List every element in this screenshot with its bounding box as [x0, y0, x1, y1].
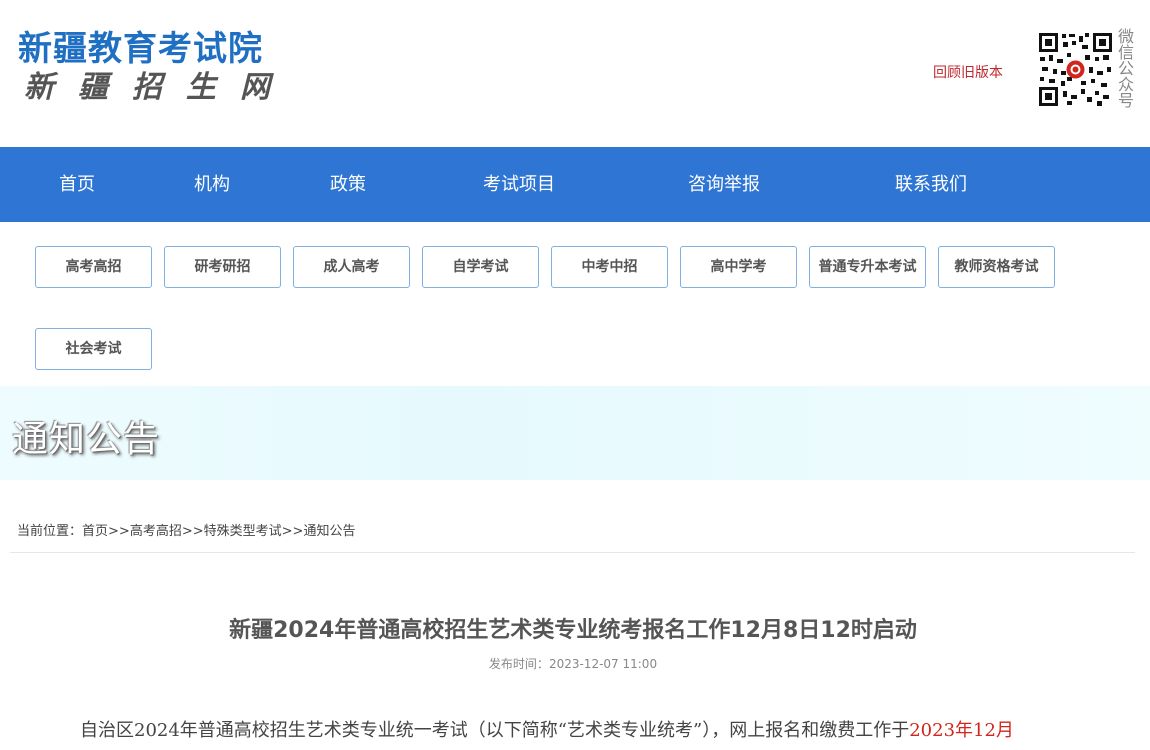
category-button-adult[interactable]: 成人高考: [293, 246, 410, 288]
old-version-link[interactable]: 回顾旧版本: [933, 62, 1003, 82]
publish-time-value: 2023-12-07 11:00: [548, 657, 658, 671]
logo-subtitle: 新疆招生网: [24, 70, 294, 105]
wechat-qr-code-icon: [1037, 31, 1114, 108]
category-button-self-study[interactable]: 自学考试: [422, 246, 539, 288]
site-header: 新疆教育考试院 新疆招生网 回顾旧版本 微信公众号: [0, 0, 1150, 147]
section-title: 通知公告: [12, 419, 161, 460]
publish-time-label: 发布时间：: [488, 657, 549, 671]
article-body: 自治区2024年普通高校招生艺术类专业统一考试（以下简称“艺术类专业统考”），网…: [80, 716, 1140, 742]
category-button-upgrade[interactable]: 普通专升本考试: [809, 246, 926, 288]
highlighted-date: 2023年12月: [909, 720, 1014, 741]
article-title: 新疆2024年普通高校招生艺术类专业统考报名工作12月8日12时启动: [229, 618, 917, 643]
nav-item-consult-report[interactable]: 咨询举报: [688, 147, 760, 222]
breadcrumb: 当前位置：首页>>高考高招>>特殊类型考试>>通知公告: [17, 520, 355, 539]
section-banner: 通知公告: [0, 386, 1150, 480]
nav-item-home[interactable]: 首页: [59, 147, 95, 222]
article-meta: 发布时间：2023-12-07 11:00: [0, 655, 1146, 672]
nav-item-organization[interactable]: 机构: [194, 147, 230, 222]
divider: [10, 552, 1135, 553]
category-button-high-school[interactable]: 高中学考: [680, 246, 797, 288]
category-button-teacher-cert[interactable]: 教师资格考试: [938, 246, 1055, 288]
main-nav: 首页 机构 政策 考试项目 咨询举报 联系我们: [0, 147, 1150, 222]
site-logo[interactable]: 新疆教育考试院 新疆招生网: [18, 28, 294, 106]
exam-category-nav: 高考高招 研考研招 成人高考 自学考试 中考中招 高中学考 普通专升本考试 教师…: [0, 222, 1150, 386]
qr-code-label: 微信公众号: [1118, 27, 1135, 110]
category-button-zhongkao[interactable]: 中考中招: [551, 246, 668, 288]
breadcrumb-separator: >>: [108, 524, 130, 539]
category-button-gaokao[interactable]: 高考高招: [35, 246, 152, 288]
breadcrumb-separator: >>: [281, 524, 304, 539]
category-button-social[interactable]: 社会考试: [35, 328, 152, 370]
logo-title: 新疆教育考试院: [18, 29, 263, 69]
breadcrumb-notices[interactable]: 通知公告: [303, 524, 355, 539]
breadcrumb-home[interactable]: 首页: [82, 524, 108, 539]
breadcrumb-prefix: 当前位置：: [17, 524, 83, 539]
nav-item-exam-programs[interactable]: 考试项目: [483, 147, 555, 222]
article-paragraph: 自治区2024年普通高校招生艺术类专业统一考试（以下简称“艺术类专业统考”），网…: [80, 720, 910, 741]
category-button-graduate[interactable]: 研考研招: [164, 246, 281, 288]
nav-item-contact[interactable]: 联系我们: [895, 147, 967, 222]
breadcrumb-gaokao[interactable]: 高考高招: [130, 524, 182, 539]
breadcrumb-special-exam[interactable]: 特殊类型考试: [204, 524, 282, 539]
nav-item-policy[interactable]: 政策: [330, 147, 366, 222]
breadcrumb-separator: >>: [181, 524, 204, 539]
